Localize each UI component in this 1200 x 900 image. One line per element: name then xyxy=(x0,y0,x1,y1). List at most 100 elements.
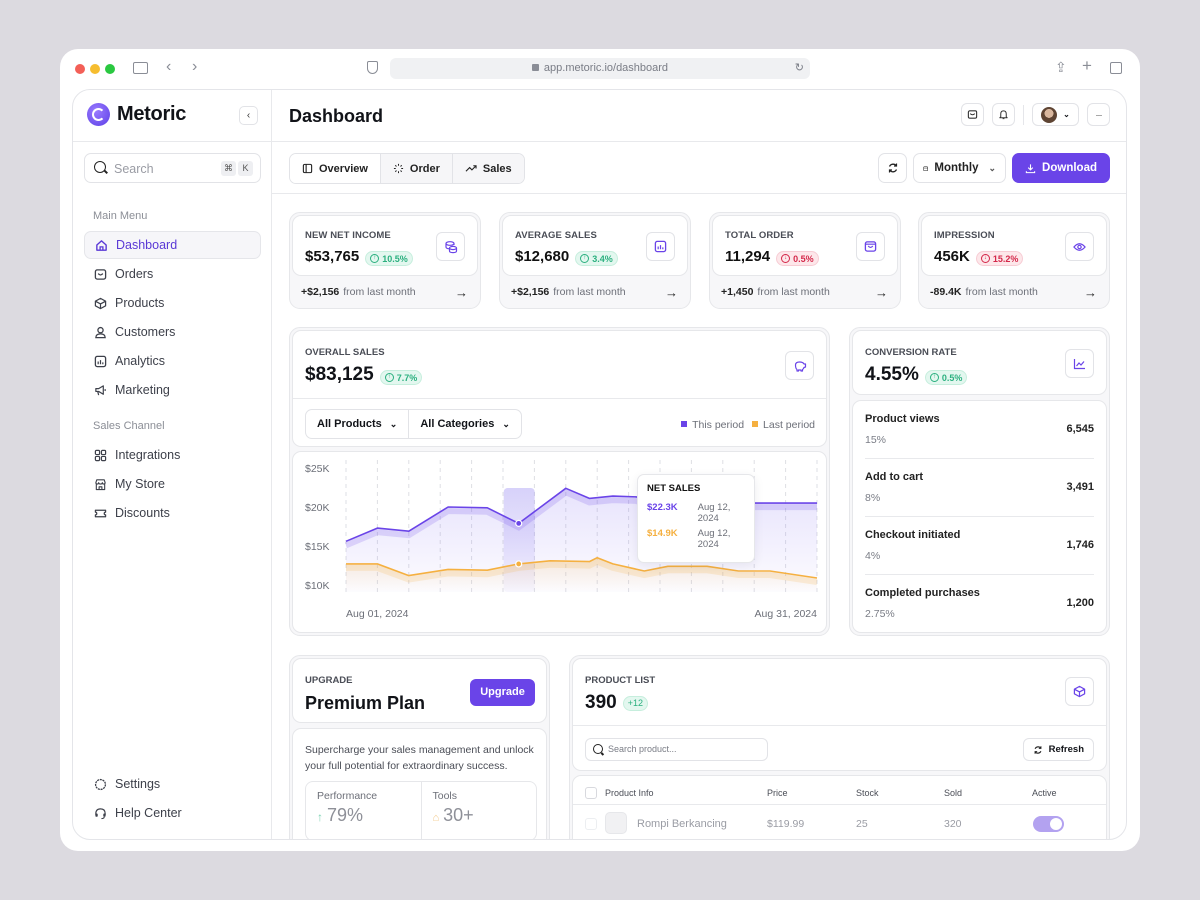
tabs-overview-icon[interactable] xyxy=(1110,62,1122,74)
sidebar-item-orders[interactable]: Orders xyxy=(84,260,261,288)
logo[interactable]: Metoric xyxy=(87,103,186,126)
funnel-row: Product views 15% 6,545 xyxy=(865,401,1094,459)
search-icon xyxy=(593,744,603,754)
reload-icon[interactable]: ↻ xyxy=(795,58,804,79)
profile-menu-button[interactable]: ⌄ xyxy=(1032,103,1079,126)
arrow-right-icon[interactable]: → xyxy=(1084,285,1097,300)
product-list-header: PRODUCT LIST 390 +12 Search product... Re… xyxy=(572,658,1107,771)
sidebar-item-analytics[interactable]: Analytics xyxy=(84,347,261,375)
kpi-value: $12,680 ↑ 3.4% xyxy=(515,248,618,266)
piggy-bank-button[interactable] xyxy=(785,351,814,380)
download-button[interactable]: Download xyxy=(1012,153,1110,183)
period-value: Monthly xyxy=(934,162,979,174)
shortcut-key-k: K xyxy=(238,161,253,176)
tooltip-value: $14.9K xyxy=(647,528,678,539)
kpi-value: 456K ↓ 15.2% xyxy=(934,248,1024,266)
arrow-right-icon[interactable]: → xyxy=(665,285,678,300)
sidebar-item-label: Products xyxy=(115,296,165,310)
product-list-card: PRODUCT LIST 390 +12 Search product... Re… xyxy=(569,655,1110,839)
new-tab-icon[interactable]: + xyxy=(1082,57,1092,74)
back-icon[interactable]: ‹ xyxy=(166,59,171,75)
box-button[interactable] xyxy=(1065,677,1094,706)
sidebar-item-help-center[interactable]: Help Center xyxy=(84,799,261,827)
stat-value: ↑ 79% xyxy=(317,805,410,826)
close-window-button[interactable] xyxy=(75,64,85,74)
inbox-button[interactable] xyxy=(961,103,984,126)
kpi-icon-button[interactable] xyxy=(646,232,675,261)
sidebar-item-products[interactable]: Products xyxy=(84,289,261,317)
delta-text: from last month xyxy=(965,286,1038,298)
refresh-button[interactable]: Refresh xyxy=(1022,738,1094,761)
kpi-icon-button[interactable] xyxy=(1065,232,1094,261)
bag-icon xyxy=(864,240,877,253)
kpi-label: IMPRESSION xyxy=(934,230,995,241)
arrow-right-icon[interactable]: → xyxy=(455,285,468,300)
arrow-up-circle-icon: ↑ xyxy=(929,373,939,382)
delta-text: from last month xyxy=(553,286,626,298)
box-icon xyxy=(1073,685,1086,698)
address-bar[interactable]: app.metoric.io/dashboard ↻ xyxy=(390,58,810,79)
change-badge: ↑ 0.5% xyxy=(924,370,968,385)
kpi-value: $53,765 ↑ 10.5% xyxy=(305,248,413,266)
delta-text: from last month xyxy=(757,286,830,298)
sidebar-item-settings[interactable]: Settings xyxy=(84,770,261,798)
share-icon[interactable]: ⇪ xyxy=(1055,60,1067,74)
tooltip-title: NET SALES xyxy=(647,483,701,494)
tab-label: Overview xyxy=(319,162,368,175)
select-all-checkbox[interactable] xyxy=(585,787,597,799)
funnel-row: Completed purchases 2.75% 1,200 xyxy=(865,575,1094,633)
sidebar-item-dashboard[interactable]: Dashboard xyxy=(84,231,261,259)
arrow-down-circle-icon: ↓ xyxy=(980,254,990,263)
product-list-label: PRODUCT LIST xyxy=(585,675,656,686)
sidebar-item-label: Integrations xyxy=(115,448,181,462)
notifications-button[interactable] xyxy=(992,103,1015,126)
stat-value-text: 30+ xyxy=(443,805,474,825)
sidebar-item-my-store[interactable]: My Store xyxy=(84,470,261,498)
period-select[interactable]: Monthly ⌄ xyxy=(913,153,1007,183)
categories-filter[interactable]: All Categories ⌄ xyxy=(409,410,521,438)
line-chart-button[interactable] xyxy=(1065,349,1094,378)
product-table: Product Info Price Stock Sold Active Rom… xyxy=(572,775,1107,839)
refresh-label: Refresh xyxy=(1048,744,1084,755)
product-count: 390 +12 xyxy=(585,692,648,714)
arrow-right-icon[interactable]: → xyxy=(875,285,888,300)
more-options-button[interactable]: ··· xyxy=(1087,103,1110,126)
product-search-input[interactable]: Search product... xyxy=(585,738,768,761)
active-toggle[interactable] xyxy=(1033,816,1064,832)
sidebar-item-discounts[interactable]: Discounts xyxy=(84,499,261,527)
collapse-sidebar-button[interactable]: ‹ xyxy=(239,106,258,125)
view-tabs: Overview Order Sales xyxy=(289,153,525,184)
product-stock: 25 xyxy=(856,818,868,830)
upgrade-header: UPGRADE Premium Plan Upgrade xyxy=(292,658,547,723)
browser-chrome: ‹ › app.metoric.io/dashboard ↻ ⇪ + xyxy=(60,49,1140,87)
sidebar-toggle-icon[interactable] xyxy=(133,62,148,74)
sidebar-item-marketing[interactable]: Marketing xyxy=(84,376,261,404)
tab-sales[interactable]: Sales xyxy=(452,154,524,183)
value-text: $12,680 xyxy=(515,248,570,265)
sidebar-item-label: Help Center xyxy=(115,806,182,820)
tab-overview[interactable]: Overview xyxy=(290,154,381,183)
value-text: 11,294 xyxy=(725,248,771,265)
sidebar-item-customers[interactable]: Customers xyxy=(84,318,261,346)
kpi-icon-button[interactable] xyxy=(856,232,885,261)
tab-order[interactable]: Order xyxy=(380,154,453,183)
shield-icon[interactable] xyxy=(367,61,378,74)
maximize-window-button[interactable] xyxy=(105,64,115,74)
sales-filters: All Products ⌄ All Categories ⌄ xyxy=(305,409,522,439)
toolbar-actions: Monthly ⌄ Download xyxy=(878,153,1110,183)
search-input[interactable]: Search ⌘ K xyxy=(84,153,261,183)
upgrade-button[interactable]: Upgrade xyxy=(470,679,535,706)
legend-label: This period xyxy=(692,419,745,431)
highlight-point xyxy=(515,560,523,568)
row-checkbox[interactable] xyxy=(585,818,597,830)
change-badge: ↑ 7.7% xyxy=(379,370,423,385)
change-badge: ↑ 3.4% xyxy=(575,251,618,266)
minimize-window-button[interactable] xyxy=(90,64,100,74)
kpi-icon-button[interactable] xyxy=(436,232,465,261)
sync-button[interactable] xyxy=(878,153,908,183)
tooltip-date: Aug 12, 2024 xyxy=(697,528,731,550)
sidebar-item-integrations[interactable]: Integrations xyxy=(84,441,261,469)
new-products-badge: +12 xyxy=(622,695,648,711)
products-filter[interactable]: All Products ⌄ xyxy=(306,410,410,438)
forward-icon[interactable]: › xyxy=(192,59,197,75)
